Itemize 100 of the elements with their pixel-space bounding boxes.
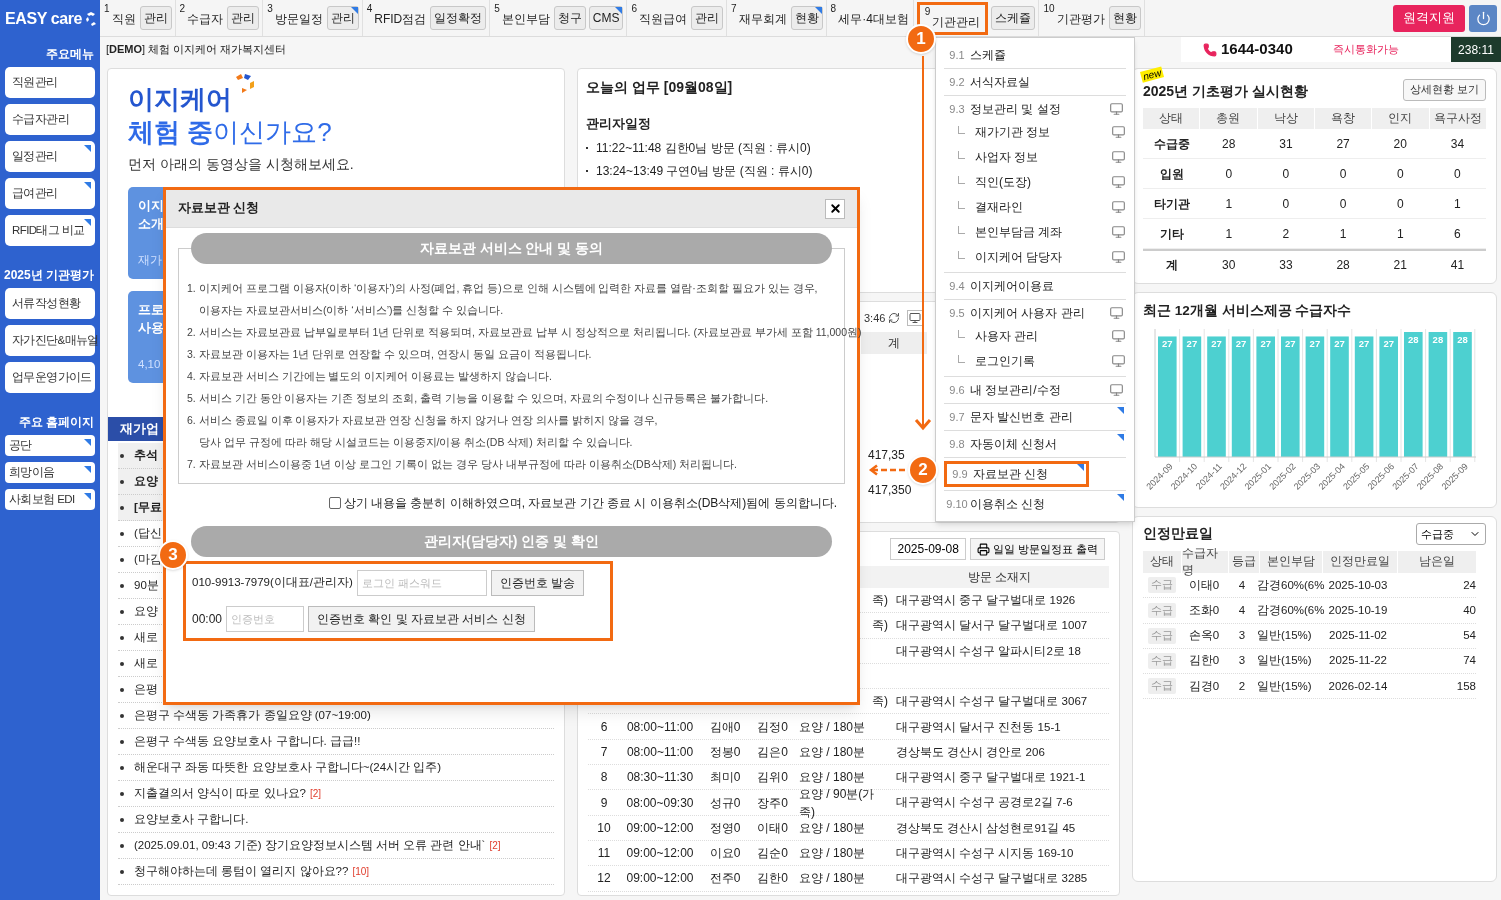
table-cell: 대구광역시 수성구 달구벌대로 3067	[896, 695, 1088, 708]
sidebar-item[interactable]: 수급자관리	[5, 104, 95, 135]
nav-sub-button[interactable]: 관리	[139, 6, 172, 30]
menu-subitem[interactable]: 사용자 관리	[944, 323, 1126, 348]
status-select[interactable]: 수급중	[1416, 523, 1486, 545]
nav-tab[interactable]: 5 본인부담	[493, 1, 551, 35]
menu-subitem[interactable]: 본인부담금 계좌	[944, 219, 1126, 244]
nav-sub-button[interactable]: 일정확정	[430, 6, 487, 30]
close-button[interactable]	[825, 198, 845, 219]
menu-item[interactable]: 9.2 서식자료실	[944, 72, 1126, 92]
detail-button[interactable]: 상세현황 보기	[1402, 78, 1486, 101]
nav-tab[interactable]: 6 직원급여	[630, 1, 689, 35]
post-link[interactable]: [무료	[134, 498, 162, 517]
table-header-cell: 인정만료일	[1323, 551, 1397, 573]
tree-branch-icon	[958, 200, 965, 209]
post-link[interactable]: 요양	[134, 602, 158, 621]
table-cell: 성규0	[709, 795, 741, 810]
menu-item[interactable]: 9.5 이지케어 사용자 관리	[944, 303, 1126, 323]
sidebar-item[interactable]: 일정관리	[5, 141, 95, 172]
menu-number: 7	[731, 3, 737, 14]
menu-item[interactable]: 9.9 자료보관 신청	[944, 461, 1089, 487]
refresh-icon[interactable]	[888, 312, 901, 325]
sidebar-item[interactable]: 서류작성현황	[5, 288, 95, 319]
nav-sub-button[interactable]: 현황	[790, 6, 823, 30]
table-cell-text: 1	[1338, 225, 1348, 243]
post-link[interactable]: 요양보호사 구합니다.	[134, 810, 249, 829]
menu-item[interactable]: 9.7 문자 발신번호 관리	[944, 407, 1126, 427]
post-link[interactable]: 90분	[134, 576, 159, 595]
menu-number: 9.9	[951, 466, 969, 482]
nav-tab[interactable]: 4 RFID점검	[365, 1, 428, 35]
post-link[interactable]: (답신	[134, 524, 162, 543]
menu-item[interactable]: 9.8 자동이체 신청서	[944, 434, 1126, 454]
menu-item[interactable]: 9.10 이용취소 신청	[944, 494, 1126, 514]
agree-label: 상기 내용을 충분히 이해하였으며, 자료보관 기간 종료 시 이용취소(DB삭제)됨에 동의합니다.	[343, 495, 837, 512]
post-link[interactable]: 추석	[134, 446, 158, 465]
post-link[interactable]: 은평	[134, 680, 158, 699]
agree-checkbox[interactable]	[328, 497, 341, 509]
menu-item[interactable]: 9.4 이지케어이용료	[944, 276, 1126, 296]
sidebar-item[interactable]: 직원관리	[5, 67, 95, 98]
bar-value: 27	[1358, 338, 1370, 350]
nav-sub-button[interactable]: 청구	[553, 6, 586, 30]
menu-subitem[interactable]: 재가기관 정보	[944, 119, 1126, 144]
table-cell: 대구광역시 달서구 진천동 15-1	[896, 720, 1061, 733]
menu-item[interactable]: 9.3 정보관리 및 설정	[944, 99, 1126, 119]
power-button[interactable]	[1469, 4, 1497, 32]
sidebar-item[interactable]: 사회보험 EDI	[5, 489, 95, 510]
table-cell: 08:00~09:30	[626, 795, 694, 810]
nav-tab[interactable]: 1 직원	[103, 1, 137, 35]
table-cell: 김한0	[757, 871, 788, 886]
menu-subitem[interactable]: 직인(도장)	[944, 169, 1126, 194]
terms-text: 4. 자료보관 서비스 기간에는 별도의 이지케어 이용료는 발생하지 않습니다.	[187, 369, 552, 384]
terms-text: 3. 자료보관 이용자는 1년 단위로 연장할 수 있으며, 연장시 동일 요금이 적용됩니다.	[187, 347, 592, 362]
menu-subitem[interactable]: 이지케어 담당자	[944, 244, 1126, 269]
date-field[interactable]: 2025-09-08	[890, 538, 966, 560]
sidebar-item[interactable]: 업무운영가이드	[5, 362, 95, 393]
post-link[interactable]: 지출결의서 양식이 따로 있나요?	[134, 784, 306, 803]
password-field[interactable]: 로그인 패스워드	[356, 570, 487, 596]
nav-sub-button[interactable]: 관리	[227, 6, 260, 30]
table-header-cell: 등급	[1229, 551, 1259, 573]
nav-sub-button[interactable]: CMS	[588, 6, 624, 30]
nav-tab[interactable]: 3 방문일정	[266, 1, 324, 35]
menu-item[interactable]: 9.6 내 정보관리/수정	[944, 380, 1126, 400]
nav-tab[interactable]: 10 기관평가	[1042, 1, 1106, 35]
menu-subitem[interactable]: 로그인기록	[944, 348, 1126, 373]
screen-icon[interactable]	[907, 310, 924, 327]
menu-item[interactable]: 9.1 스케쥴	[944, 45, 1126, 65]
post-link[interactable]: 새로	[134, 628, 158, 647]
comment-count: [2]	[489, 839, 501, 853]
nav-sub-button[interactable]: 관리	[326, 6, 359, 30]
table-cell-text: 6	[1453, 225, 1462, 243]
code-field[interactable]: 인증번호	[226, 606, 305, 632]
post-link[interactable]: 새로	[134, 654, 158, 673]
nav-sub-button[interactable]: 스케쥴	[991, 6, 1036, 30]
nav-tab[interactable]: 2 수급자	[178, 1, 225, 35]
sidebar-item[interactable]: 공단	[5, 435, 95, 456]
sidebar-item[interactable]: RFID태그 비교	[5, 215, 95, 246]
table-cell: 9	[600, 795, 608, 810]
nav-tab[interactable]: 7 재무회계	[730, 1, 788, 35]
table-cell: 요양 / 180분	[799, 770, 866, 785]
nav-sub-button[interactable]: 현황	[1108, 6, 1141, 30]
confirm-button[interactable]: 인증번호 확인 및 자료보관 서비스 신청	[308, 606, 535, 632]
sidebar-item[interactable]: 희망이음	[5, 462, 95, 483]
post-link[interactable]: 해운대구 좌동 따뜻한 요양보호사 구합니다~(24시간 입주)	[134, 758, 442, 777]
menu-number: 9.5	[948, 305, 966, 321]
post-link[interactable]: 은평구 수색동 가족휴가 종일요양 (07~19:00)	[134, 706, 371, 725]
sidebar-item[interactable]: 급여관리	[5, 178, 95, 209]
remote-support-button[interactable]: 원격지원	[1393, 4, 1465, 32]
post-link[interactable]: 청구해야하는데 롱텀이 열리지 않아요??	[134, 862, 349, 881]
post-link[interactable]: 요양	[134, 472, 158, 491]
nav-sub-button[interactable]: 관리	[691, 6, 724, 30]
print-button[interactable]: 일일 방문일정표 출력	[969, 538, 1105, 560]
sidebar-section-title: 주요메뉴	[45, 46, 95, 63]
menu-subitem[interactable]: 사업자 정보	[944, 144, 1126, 169]
post-link[interactable]: 은평구 수색동 요양보호사 구합니다. 급급!!	[134, 732, 361, 751]
table-cell-text: 일반(15%)	[1257, 678, 1313, 694]
send-code-button[interactable]: 인증번호 발송	[490, 570, 585, 596]
window-icon	[1111, 328, 1126, 343]
menu-subitem[interactable]: 결재라인	[944, 194, 1126, 219]
table-cell: 경상북도 경산시 삼성현로91길 45	[896, 821, 1076, 834]
post-link[interactable]: (2025.09.01, 09:43 기준) 장기요양정보시스템 서버 오류 관련 안내`	[134, 836, 486, 855]
